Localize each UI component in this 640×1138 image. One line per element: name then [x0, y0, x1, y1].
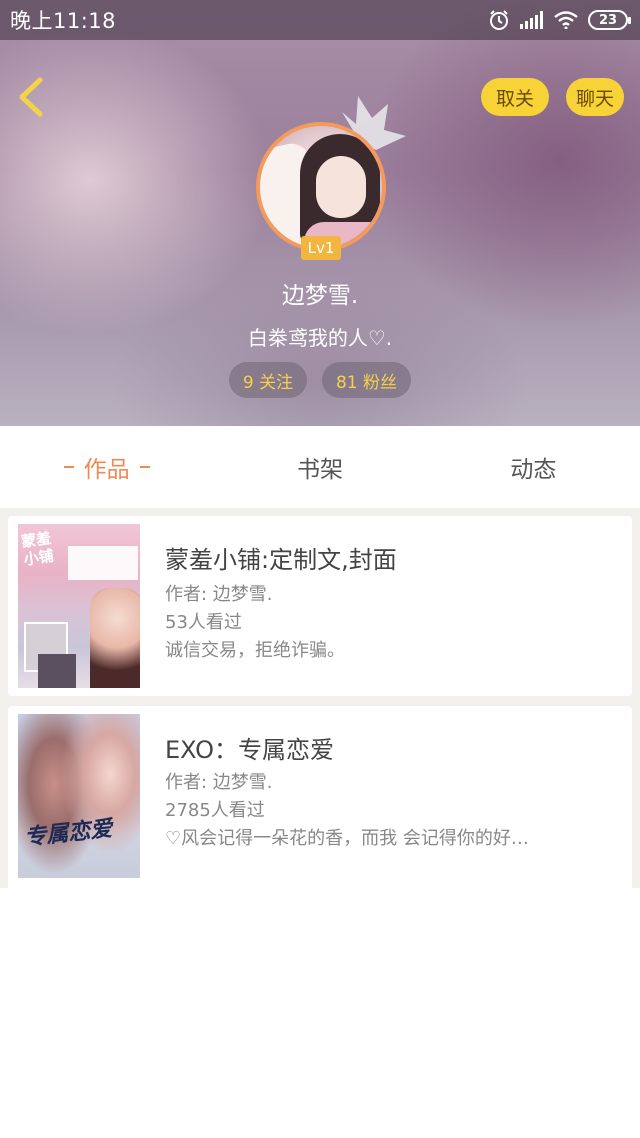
- tab-activity-label: 动态: [510, 457, 557, 483]
- work-cover: 专属恋爱: [18, 714, 140, 878]
- status-time: 晚上11:18: [10, 9, 117, 33]
- work-cover: 蒙羞小铺: [18, 524, 140, 688]
- work-views: 2785人看过: [165, 800, 265, 821]
- signature: 白桊鸢我的人♡.: [247, 326, 393, 350]
- work-description: 诚信交易，拒绝诈骗。: [165, 640, 345, 661]
- level-badge: Lv1: [301, 236, 341, 260]
- tab-indicator-left: [63, 466, 74, 468]
- battery-icon: 23: [588, 10, 631, 30]
- tab-bookshelf[interactable]: 书架: [213, 426, 426, 508]
- tab-bar: 作品 书架 动态: [0, 426, 640, 508]
- tab-activity[interactable]: 动态: [427, 426, 640, 508]
- status-icons: 23: [488, 9, 631, 31]
- alarm-icon: [488, 9, 510, 31]
- tab-works[interactable]: 作品: [0, 426, 213, 508]
- work-title: 蒙羞小铺:定制文,封面: [165, 546, 397, 574]
- work-views: 53人看过: [165, 612, 242, 633]
- fans-count[interactable]: 81 粉丝: [322, 362, 411, 398]
- work-card[interactable]: 蒙羞小铺 蒙羞小铺:定制文,封面 作者: 边梦雪. 53人看过 诚信交易，拒绝诈…: [8, 516, 632, 696]
- avatar[interactable]: [256, 122, 386, 252]
- username: 边梦雪.: [281, 283, 359, 309]
- chat-button[interactable]: 聊天: [566, 78, 624, 116]
- work-title: EXO：专属恋爱: [165, 736, 334, 764]
- tab-bookshelf-label: 书架: [296, 457, 343, 483]
- work-author: 作者: 边梦雪.: [165, 584, 273, 605]
- signal-icon: [520, 11, 544, 29]
- profile-header: 晚上11:18 23 取关 聊天 Lv1 边梦雪. 白桊鸢我的人♡. 9 关注 …: [0, 0, 640, 426]
- following-count[interactable]: 9 关注: [229, 362, 307, 398]
- unfollow-button[interactable]: 取关: [481, 78, 549, 116]
- cover-title: 蒙羞小铺: [20, 528, 55, 569]
- chevron-left-icon: [19, 77, 43, 117]
- cover-title: 专属恋爱: [23, 816, 114, 851]
- work-author: 作者: 边梦雪.: [165, 772, 273, 793]
- tab-works-label: 作品: [83, 457, 130, 483]
- status-bar: 晚上11:18 23: [0, 0, 640, 40]
- work-card[interactable]: 专属恋爱 EXO：专属恋爱 作者: 边梦雪. 2785人看过 ♡风会记得一朵花的…: [8, 706, 632, 888]
- wifi-icon: [554, 11, 578, 29]
- tab-indicator-right: [139, 466, 150, 468]
- work-description: ♡风会记得一朵花的香，而我 会记得你的好…: [165, 828, 529, 849]
- back-button[interactable]: [14, 74, 50, 120]
